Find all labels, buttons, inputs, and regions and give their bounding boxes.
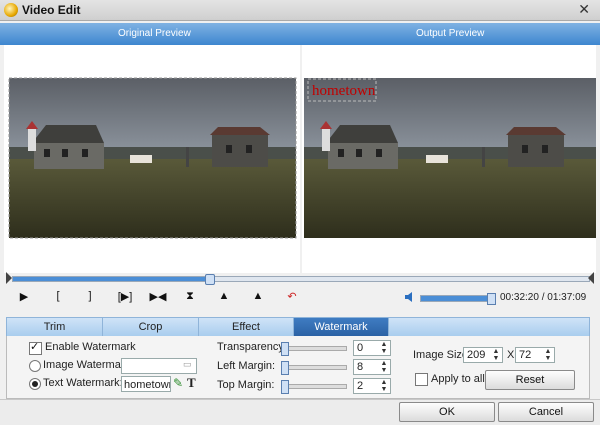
apply-to-all-checkbox[interactable] xyxy=(415,373,428,386)
spin-up-icon[interactable]: ▲ xyxy=(379,341,389,348)
top-margin-slider[interactable] xyxy=(281,380,347,394)
text-watermark-label: Text Watermark: xyxy=(43,377,123,389)
output-video-frame xyxy=(304,78,596,238)
font-icon[interactable]: T xyxy=(187,375,196,391)
volume-level xyxy=(421,296,490,301)
timeline[interactable] xyxy=(6,272,594,285)
output-preview-label: Output Preview xyxy=(416,28,485,39)
timeline-thumb[interactable] xyxy=(204,274,215,285)
set-end-icon[interactable]: ] xyxy=(80,290,100,306)
original-video-frame xyxy=(8,77,297,239)
tab-watermark[interactable]: Watermark xyxy=(294,318,389,336)
spin-down-icon[interactable]: ▼ xyxy=(379,367,389,374)
apply-to-all-label: Apply to all xyxy=(431,373,485,385)
flip-left-icon[interactable]: ▲ xyxy=(214,290,234,306)
left-margin-spinner[interactable]: 8 ▲ ▼ xyxy=(353,359,391,375)
top-margin-value: 2 xyxy=(357,380,364,392)
video-edit-window: Video Edit ✕ Original Preview Output Pre… xyxy=(0,0,600,425)
hourglass-icon[interactable]: ⧗ xyxy=(180,290,200,306)
play-icon[interactable]: ▶ xyxy=(14,290,34,306)
play-selection-icon[interactable]: [▶] xyxy=(112,290,138,306)
edit-tabs: Trim Crop Effect Watermark xyxy=(6,317,590,337)
spin-up-icon[interactable]: ▲ xyxy=(543,348,553,355)
original-preview-label: Original Preview xyxy=(118,28,191,39)
transparency-label: Transparency: xyxy=(217,341,287,353)
tab-crop[interactable]: Crop xyxy=(103,318,199,336)
top-margin-thumb[interactable] xyxy=(281,380,289,394)
top-margin-label: Top Margin: xyxy=(217,379,275,391)
app-icon xyxy=(4,3,18,17)
watermark-panel: Enable Watermark Image Watermark: ▭ Text… xyxy=(6,336,590,399)
transparency-value: 0 xyxy=(357,342,364,354)
spin-up-icon[interactable]: ▲ xyxy=(379,379,389,386)
text-watermark-input[interactable]: hometown xyxy=(121,376,171,392)
volume-thumb[interactable] xyxy=(487,293,496,305)
left-margin-thumb[interactable] xyxy=(281,361,289,375)
volume-slider[interactable] xyxy=(420,293,496,305)
timeline-end-marker[interactable] xyxy=(588,272,594,284)
undo-icon[interactable]: ↶ xyxy=(282,290,302,306)
timeline-progress xyxy=(13,277,209,281)
size-separator: X xyxy=(507,349,515,361)
volume-icon[interactable] xyxy=(404,291,416,303)
dialog-button-bar: OK Cancel xyxy=(0,399,600,425)
image-width-value: 209 xyxy=(467,349,486,361)
output-preview-pane: hometown xyxy=(302,45,596,273)
spin-down-icon[interactable]: ▼ xyxy=(379,386,389,393)
tab-trim[interactable]: Trim xyxy=(7,318,103,336)
left-margin-slider[interactable] xyxy=(281,361,347,375)
image-height-value: 72 xyxy=(519,349,532,361)
reset-button[interactable]: Reset xyxy=(485,370,575,390)
transparency-spinner[interactable]: 0 ▲ ▼ xyxy=(353,340,391,356)
ok-button[interactable]: OK xyxy=(399,402,495,422)
transparency-slider[interactable] xyxy=(281,342,347,356)
title-bar: Video Edit ✕ xyxy=(0,0,600,21)
image-watermark-label: Image Watermark: xyxy=(43,359,134,371)
image-watermark-radio[interactable] xyxy=(29,360,41,372)
enable-watermark-checkbox[interactable] xyxy=(29,340,42,355)
split-icon[interactable]: ▶◀ xyxy=(146,290,170,306)
window-title: Video Edit xyxy=(22,3,81,17)
spin-up-icon[interactable]: ▲ xyxy=(379,360,389,367)
tab-effect[interactable]: Effect xyxy=(199,318,294,336)
cancel-button[interactable]: Cancel xyxy=(498,402,594,422)
close-icon[interactable]: ✕ xyxy=(578,1,590,18)
set-start-icon[interactable]: [ xyxy=(48,290,68,306)
watermark-overlay-text[interactable]: hometown xyxy=(312,83,375,100)
spin-down-icon[interactable]: ▼ xyxy=(491,355,501,362)
image-width-spinner[interactable]: 209 ▲ ▼ xyxy=(463,347,503,363)
left-margin-value: 8 xyxy=(357,361,364,373)
enable-watermark-label: Enable Watermark xyxy=(45,341,136,353)
pencil-icon[interactable]: ✎ xyxy=(173,376,183,390)
spin-down-icon[interactable]: ▼ xyxy=(379,348,389,355)
left-margin-label: Left Margin: xyxy=(217,360,276,372)
time-readout: 00:32:20 / 01:37:09 xyxy=(500,292,587,303)
preview-header: Original Preview Output Preview xyxy=(0,23,600,45)
spin-down-icon[interactable]: ▼ xyxy=(543,355,553,362)
flip-right-icon[interactable]: ▲ xyxy=(248,290,268,306)
original-preview-pane xyxy=(4,45,300,273)
transparency-thumb[interactable] xyxy=(281,342,289,356)
browse-folder-icon[interactable]: ▭ xyxy=(183,359,192,370)
timeline-track[interactable] xyxy=(12,274,590,285)
spin-up-icon[interactable]: ▲ xyxy=(491,348,501,355)
image-height-spinner[interactable]: 72 ▲ ▼ xyxy=(515,347,555,363)
top-margin-spinner[interactable]: 2 ▲ ▼ xyxy=(353,378,391,394)
text-watermark-radio[interactable] xyxy=(29,378,41,390)
